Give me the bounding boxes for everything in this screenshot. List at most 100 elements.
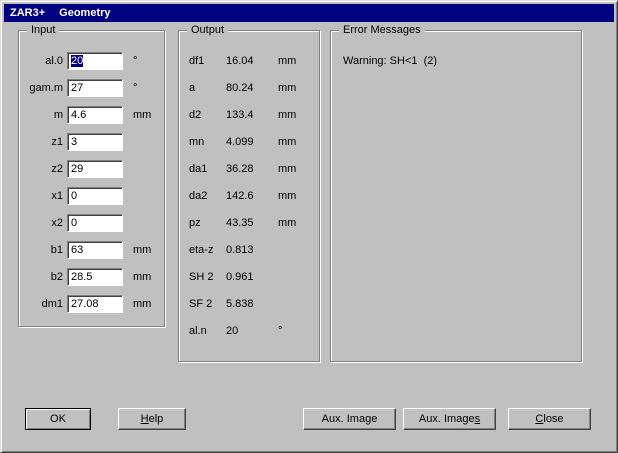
- output-row: pz 43.35 mm: [179, 209, 319, 236]
- input-row: gam.m °: [19, 74, 164, 101]
- error-group-title: Error Messages: [339, 24, 425, 37]
- output-unit: mm: [278, 162, 297, 175]
- output-name: mn: [189, 135, 205, 148]
- output-value: 0.813: [226, 243, 254, 256]
- warning-text: Warning: SH<1 (2): [343, 55, 438, 67]
- output-row: mn 4.099 mm: [179, 128, 319, 155]
- close-button[interactable]: Close: [508, 408, 591, 430]
- output-row: da1 36.28 mm: [179, 155, 319, 182]
- input-row: al.0 20 °: [19, 47, 164, 74]
- input-label: b1: [50, 243, 63, 256]
- input-row: dm1 mm: [19, 290, 164, 317]
- ok-button-label: OK: [50, 413, 66, 425]
- error-messages-group: Error Messages Warning: SH<1 (2): [330, 24, 582, 362]
- z1-field[interactable]: [67, 132, 123, 151]
- output-unit: mm: [278, 189, 297, 202]
- input-group: Input al.0 20 ° gam.m ° m mm z1: [18, 24, 165, 327]
- output-name: d2: [189, 108, 202, 121]
- b2-field[interactable]: [67, 267, 123, 286]
- input-label: gam.m: [29, 81, 63, 94]
- input-label: z2: [51, 162, 63, 175]
- help-button-label: Help: [140, 413, 164, 425]
- output-unit: mm: [278, 216, 297, 229]
- aux-images-button[interactable]: Aux. Images: [403, 408, 496, 430]
- output-value: 20: [226, 324, 239, 337]
- output-unit: mm: [278, 54, 297, 67]
- output-value: 133.4: [226, 108, 254, 121]
- x1-field[interactable]: [67, 186, 123, 205]
- output-name: da1: [189, 162, 208, 175]
- m-field[interactable]: [67, 105, 123, 124]
- output-value: 80.24: [226, 81, 254, 94]
- input-label: al.0: [45, 54, 63, 67]
- output-row: d2 133.4 mm: [179, 101, 319, 128]
- close-button-label: Close: [535, 413, 564, 425]
- output-name: eta-z: [189, 243, 214, 256]
- output-unit: °: [278, 324, 283, 337]
- output-row: SF 2 5.838: [179, 290, 319, 317]
- output-unit: mm: [278, 81, 297, 94]
- output-group-title: Output: [187, 24, 229, 37]
- output-unit: mm: [278, 108, 297, 121]
- input-label: dm1: [41, 297, 63, 310]
- input-unit: °: [133, 81, 138, 94]
- output-name: al.n: [189, 324, 207, 337]
- al0-selected-text: 20: [71, 54, 84, 67]
- output-name: SF 2: [189, 297, 213, 310]
- output-rows: df1 16.04 mm a 80.24 mm d2 133.4 mm mn 4…: [179, 31, 319, 344]
- output-value: 142.6: [226, 189, 254, 202]
- output-group: Output df1 16.04 mm a 80.24 mm d2 133.4 …: [178, 24, 320, 362]
- al0-field[interactable]: 20: [67, 51, 123, 70]
- input-row: x2: [19, 209, 164, 236]
- output-name: SH 2: [189, 270, 214, 283]
- output-row: SH 2 0.961: [179, 263, 319, 290]
- gamm-field[interactable]: [67, 78, 123, 97]
- input-label: b2: [50, 270, 63, 283]
- window-title: Geometry: [59, 7, 111, 19]
- output-value: 5.838: [226, 297, 254, 310]
- output-name: df1: [189, 54, 205, 67]
- input-row: z2: [19, 155, 164, 182]
- input-unit: mm: [133, 108, 152, 121]
- output-name: pz: [189, 216, 201, 229]
- input-row: z1: [19, 128, 164, 155]
- aux-images-button-label: Aux. Images: [418, 413, 481, 425]
- aux-image-button-label: Aux. Image: [321, 413, 378, 425]
- z2-field[interactable]: [67, 159, 123, 178]
- dialog-window: ZAR3+ Geometry Input al.0 20 ° gam.m ° m…: [0, 0, 618, 453]
- input-label: z1: [51, 135, 63, 148]
- output-row: eta-z 0.813: [179, 236, 319, 263]
- input-unit: mm: [133, 243, 152, 256]
- output-value: 0.961: [226, 270, 254, 283]
- title-bar[interactable]: ZAR3+ Geometry: [4, 4, 614, 22]
- output-value: 36.28: [226, 162, 254, 175]
- output-row: da2 142.6 mm: [179, 182, 319, 209]
- app-title: ZAR3+: [10, 7, 46, 19]
- help-button[interactable]: Help: [118, 408, 186, 430]
- output-value: 43.35: [226, 216, 254, 229]
- output-value: 4.099: [226, 135, 254, 148]
- input-unit: mm: [133, 297, 152, 310]
- x2-field[interactable]: [67, 213, 123, 232]
- input-row: b2 mm: [19, 263, 164, 290]
- input-row: m mm: [19, 101, 164, 128]
- output-name: a: [189, 81, 196, 94]
- input-label: x1: [51, 189, 63, 202]
- output-value: 16.04: [226, 54, 254, 67]
- input-rows: al.0 20 ° gam.m ° m mm z1: [19, 31, 164, 317]
- input-group-title: Input: [27, 24, 60, 37]
- output-row: df1 16.04 mm: [179, 47, 319, 74]
- dm1-field[interactable]: [67, 294, 123, 313]
- input-unit: mm: [133, 270, 152, 283]
- b1-field[interactable]: [67, 240, 123, 259]
- ok-button[interactable]: OK: [25, 408, 91, 430]
- aux-image-button[interactable]: Aux. Image: [303, 408, 396, 430]
- input-unit: °: [133, 54, 138, 67]
- output-row: al.n 20 °: [179, 317, 319, 344]
- output-name: da2: [189, 189, 208, 202]
- input-row: x1: [19, 182, 164, 209]
- output-unit: mm: [278, 135, 297, 148]
- input-label: x2: [51, 216, 63, 229]
- input-row: b1 mm: [19, 236, 164, 263]
- input-label: m: [53, 108, 63, 121]
